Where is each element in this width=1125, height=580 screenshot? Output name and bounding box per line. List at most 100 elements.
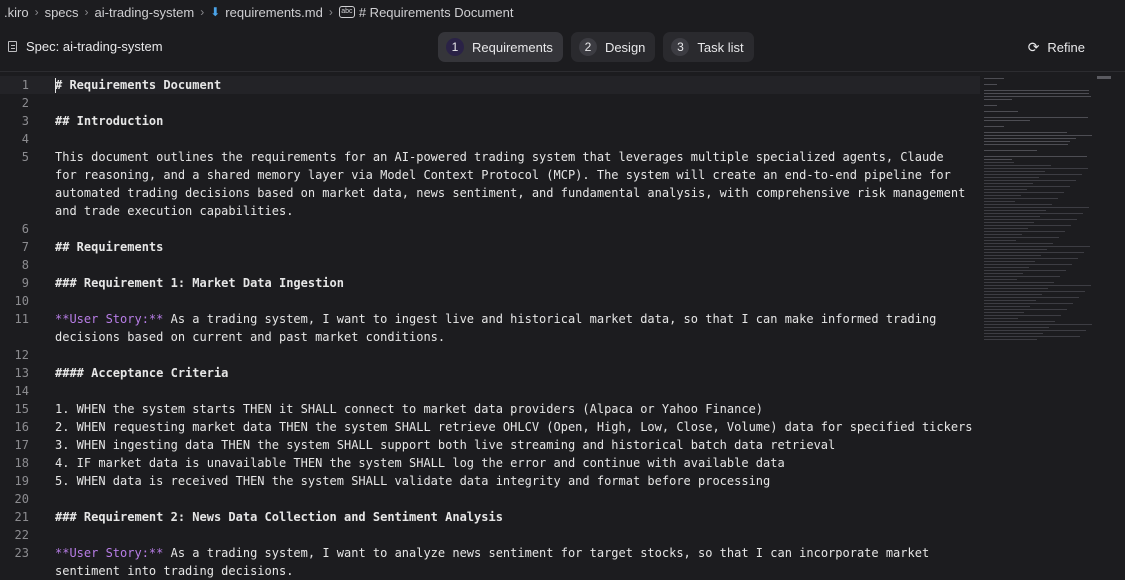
spec-title-label: Spec: ai-trading-system [26,39,163,54]
tab-requirements[interactable]: 1 Requirements [438,32,563,62]
line-content: ## Introduction [55,114,164,128]
line-number: 12 [14,348,29,362]
minimap-line [984,168,1088,169]
line-number: 17 [14,438,29,452]
editor-line[interactable]: 7 ## Requirements [0,238,980,256]
line-content: ## Requirements [55,240,164,254]
line-content: ### Requirement 2: News Data Collection … [55,510,503,524]
minimap-line [984,183,1033,184]
minimap-line [984,273,1023,274]
minimap-line [984,258,1078,259]
editor-line[interactable]: 10 [0,292,980,310]
editor-line[interactable]: 5 This document outlines the requirements… [0,148,980,166]
editor-line[interactable]: 18 4. IF market data is unavailable THEN … [0,454,980,472]
minimap-line [984,135,1092,136]
minimap-line [984,189,1027,190]
line-number: 16 [14,420,29,434]
editor-line[interactable]: 8 [0,256,980,274]
editor-line[interactable]: 23 **User Story:** As a trading system, I… [0,544,980,562]
minimap-line [984,141,1070,142]
editor-line[interactable]: 13 #### Acceptance Criteria [0,364,980,382]
spec-title: Spec: ai-trading-system [8,39,163,54]
editor-line[interactable]: 1 # Requirements Document [0,76,980,94]
breadcrumb-file[interactable]: requirements.md [225,5,323,20]
scrollbar-thumb[interactable] [1097,76,1111,79]
vertical-scrollbar[interactable] [1097,72,1111,576]
tab-design[interactable]: 2 Design [570,32,656,62]
spec-tabs: 1 Requirements 2 Design 3 Task list [438,32,754,62]
editor-line[interactable]: 15 1. WHEN the system starts THEN it SHAL… [0,400,980,418]
minimap-line [984,78,1004,79]
line-number: 1 [21,78,29,92]
minimap-line [984,144,1068,145]
breadcrumb-kiro[interactable]: .kiro [4,5,29,20]
refine-label: Refine [1047,40,1085,55]
line-text: automated trading decisions based on mar… [55,184,965,202]
line-number: 13 [14,366,29,380]
editor-line[interactable]: 6 [0,220,980,238]
code-editor[interactable]: 1 # Requirements Document 2 3 ## Introductio… [0,76,1125,578]
line-content: automated trading decisions based on mar… [55,186,966,200]
editor-line[interactable]: 19 5. WHEN data is received THEN the syst… [0,472,980,490]
line-text: 3. WHEN ingesting data THEN the system S… [55,436,835,454]
minimap-line [984,204,1052,205]
minimap-line [984,264,1072,265]
tab-task-list[interactable]: 3 Task list [663,32,754,62]
line-text: 5. WHEN data is received THEN the system… [55,472,770,490]
minimap-line [984,336,1080,337]
minimap-line [984,255,1041,256]
line-number: 5 [21,150,29,164]
refresh-icon: ⟳ [1027,39,1040,55]
minimap[interactable] [982,76,1097,361]
minimap-line [984,117,1088,118]
minimap-line [984,186,1070,187]
minimap-line [984,132,1067,133]
line-text: ### Requirement 2: News Data Collection … [55,508,503,526]
editor-line[interactable]: 3 ## Introduction [0,112,980,130]
minimap-line [984,288,1048,289]
editor-line[interactable]: for reasoning, and a shared memory layer… [0,166,980,184]
editor-line[interactable]: 16 2. WHEN requesting market data THEN th… [0,418,980,436]
editor-line[interactable]: 14 [0,382,980,400]
editor-line[interactable]: automated trading decisions based on mar… [0,184,980,202]
editor-line[interactable]: 17 3. WHEN ingesting data THEN the system… [0,436,980,454]
chevron-right-icon: › [84,5,89,19]
minimap-line [984,93,1089,94]
breadcrumb-symbol[interactable]: # Requirements Document [359,5,514,20]
tab-label: Design [604,39,646,55]
line-number: 20 [14,492,29,506]
breadcrumb-specs[interactable]: specs [45,5,79,20]
editor-line[interactable]: 11 **User Story:** As a trading system, I… [0,310,980,328]
minimap-line [984,162,1014,163]
markdown-emphasis: **User Story:** [55,546,164,560]
editor-line[interactable]: 12 [0,346,980,364]
editor-line[interactable]: 22 [0,526,980,544]
line-text: **User Story:** As a trading system, I w… [55,310,936,328]
line-number: 6 [21,222,29,236]
editor-line[interactable]: sentiment into trading decisions. [0,562,980,580]
minimap-line [984,300,1036,301]
minimap-line [984,270,1066,271]
minimap-line [984,339,1037,340]
breadcrumb-ai-trading-system[interactable]: ai-trading-system [95,5,195,20]
minimap-line [984,246,1090,247]
line-text: This document outlines the requirements … [55,148,944,166]
refine-button[interactable]: ⟳ Refine [1028,39,1085,56]
line-number: 7 [21,240,29,254]
minimap-line [984,216,1040,217]
breadcrumb: .kiro › specs › ai-trading-system › ⬇ re… [0,0,1125,24]
editor-line[interactable]: and trade execution capabilities. [0,202,980,220]
editor-line[interactable]: decisions based on current and past mark… [0,328,980,346]
minimap-line [984,174,1082,175]
line-number: 18 [14,456,29,470]
editor-line[interactable]: 2 [0,94,980,112]
line-content: #### Acceptance Criteria [55,366,229,380]
line-text: 4. IF market data is unavailable THEN th… [55,454,785,472]
minimap-line [984,279,1017,280]
editor-line[interactable]: 4 [0,130,980,148]
editor-line[interactable]: 21 ### Requirement 2: News Data Collectio… [0,508,980,526]
minimap-line [984,111,1018,112]
minimap-line [984,213,1083,214]
editor-line[interactable]: 20 [0,490,980,508]
editor-line[interactable]: 9 ### Requirement 1: Market Data Ingestio… [0,274,980,292]
